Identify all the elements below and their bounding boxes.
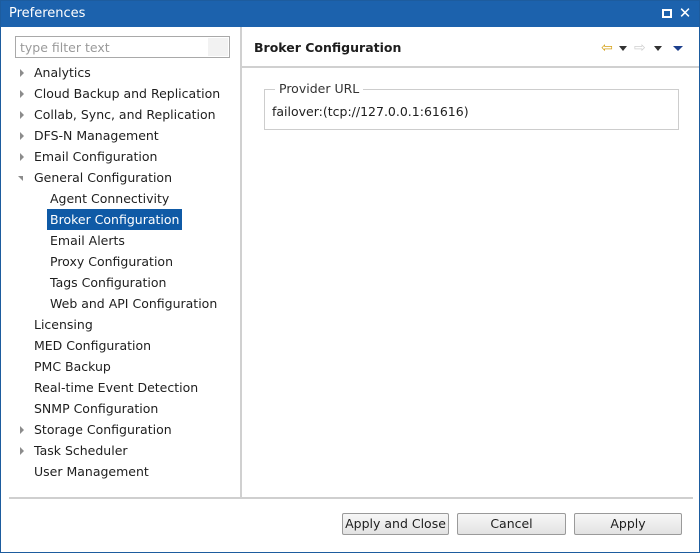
filter-input[interactable] [16,37,229,57]
maximize-icon[interactable] [659,5,675,21]
cancel-button[interactable]: Cancel [457,513,566,535]
collapsed-arrow-icon[interactable] [17,440,27,461]
tree-item-licensing[interactable]: Licensing [31,314,96,335]
tree-item-label: Collab, Sync, and Replication [34,107,216,122]
provider-url-value: failover:(tcp://127.0.0.1:61616) [272,104,469,119]
tree-item-label: Task Scheduler [34,443,128,458]
tree-item-label: Email Alerts [50,233,125,248]
expanded-arrow-icon[interactable] [17,167,27,188]
tree-item-collab-sync-and-replication[interactable]: Collab, Sync, and Replication [20,104,219,125]
provider-url-label: Provider URL [275,81,364,96]
tree-item-tags-configuration[interactable]: Tags Configuration [47,272,169,293]
button-bar-divider [9,497,693,499]
title-bar: Preferences ✕ [1,1,699,27]
tree-item-email-configuration[interactable]: Email Configuration [20,146,160,167]
collapsed-arrow-icon[interactable] [17,125,27,146]
tree-item-email-alerts[interactable]: Email Alerts [47,230,128,251]
forward-arrow-icon[interactable]: ⇨ [634,39,646,57]
tree-item-label: Storage Configuration [34,422,172,437]
collapsed-arrow-icon[interactable] [17,83,27,104]
tree-item-label: Agent Connectivity [50,191,170,206]
page-title: Broker Configuration [254,40,402,55]
tree-item-pmc-backup[interactable]: PMC Backup [31,356,114,377]
collapsed-arrow-icon[interactable] [17,146,27,167]
preference-page: Broker Configuration ⇦ ⇨ Provider URL fa… [242,27,699,497]
tree-item-real-time-event-detection[interactable]: Real-time Event Detection [31,377,201,398]
tree-item-general-configuration[interactable]: General Configuration [18,167,175,188]
preferences-nav-pane: Analytics Cloud Backup and Replication Col… [2,27,241,497]
tree-item-label: General Configuration [34,170,173,185]
tree-item-label: Cloud Backup and Replication [34,86,221,101]
tree-item-analytics[interactable]: Analytics [20,62,94,83]
tree-item-agent-connectivity[interactable]: Agent Connectivity [47,188,172,209]
tree-item-label: PMC Backup [34,359,111,374]
tree-item-storage-configuration[interactable]: Storage Configuration [20,419,175,440]
forward-history-dropdown-icon[interactable] [654,39,662,57]
tree-item-label: Analytics [34,65,91,80]
back-arrow-icon[interactable]: ⇦ [601,39,613,57]
tree-item-label: DFS-N Management [34,128,159,143]
collapsed-arrow-icon[interactable] [17,104,27,125]
page-toolbar: ⇦ ⇨ [601,39,685,57]
collapsed-arrow-icon[interactable] [17,419,27,440]
preferences-window: Preferences ✕ Analytics Cloud Backup and … [0,0,700,553]
tree-item-task-scheduler[interactable]: Task Scheduler [20,440,131,461]
collapsed-arrow-icon[interactable] [17,62,27,83]
window-title: Preferences [9,6,86,21]
tree-item-label: Web and API Configuration [50,296,218,311]
close-icon[interactable]: ✕ [677,5,693,21]
tree-item-proxy-configuration[interactable]: Proxy Configuration [47,251,176,272]
tree-item-web-and-api-configuration[interactable]: Web and API Configuration [47,293,220,314]
tree-item-label: Licensing [34,317,93,332]
tree-item-label: Email Configuration [34,149,158,164]
provider-url-group: Provider URL failover:(tcp://127.0.0.1:6… [264,81,679,130]
tree-item-label: MED Configuration [34,338,152,353]
page-header-divider [242,66,699,68]
tree-item-broker-configuration[interactable]: Broker Configuration [47,209,183,230]
tree-item-label: Real-time Event Detection [34,380,199,395]
apply-and-close-button[interactable]: Apply and Close [342,513,449,535]
tree-item-cloud-backup-and-replication[interactable]: Cloud Backup and Replication [20,83,223,104]
filter-input-container[interactable] [15,36,230,58]
filter-clear-area [208,38,228,56]
view-menu-icon[interactable] [673,39,683,57]
tree-item-snmp-configuration[interactable]: SNMP Configuration [31,398,161,419]
tree-item-med-configuration[interactable]: MED Configuration [31,335,154,356]
tree-item-label: SNMP Configuration [34,401,159,416]
tree-item-label: User Management [34,464,149,479]
apply-button[interactable]: Apply [574,513,682,535]
tree-item-dfs-n-management[interactable]: DFS-N Management [20,125,162,146]
tree-item-label: Broker Configuration [47,209,183,230]
tree-item-user-management[interactable]: User Management [31,461,152,482]
tree-item-label: Proxy Configuration [50,254,173,269]
back-history-dropdown-icon[interactable] [619,39,627,57]
tree-item-label: Tags Configuration [50,275,167,290]
